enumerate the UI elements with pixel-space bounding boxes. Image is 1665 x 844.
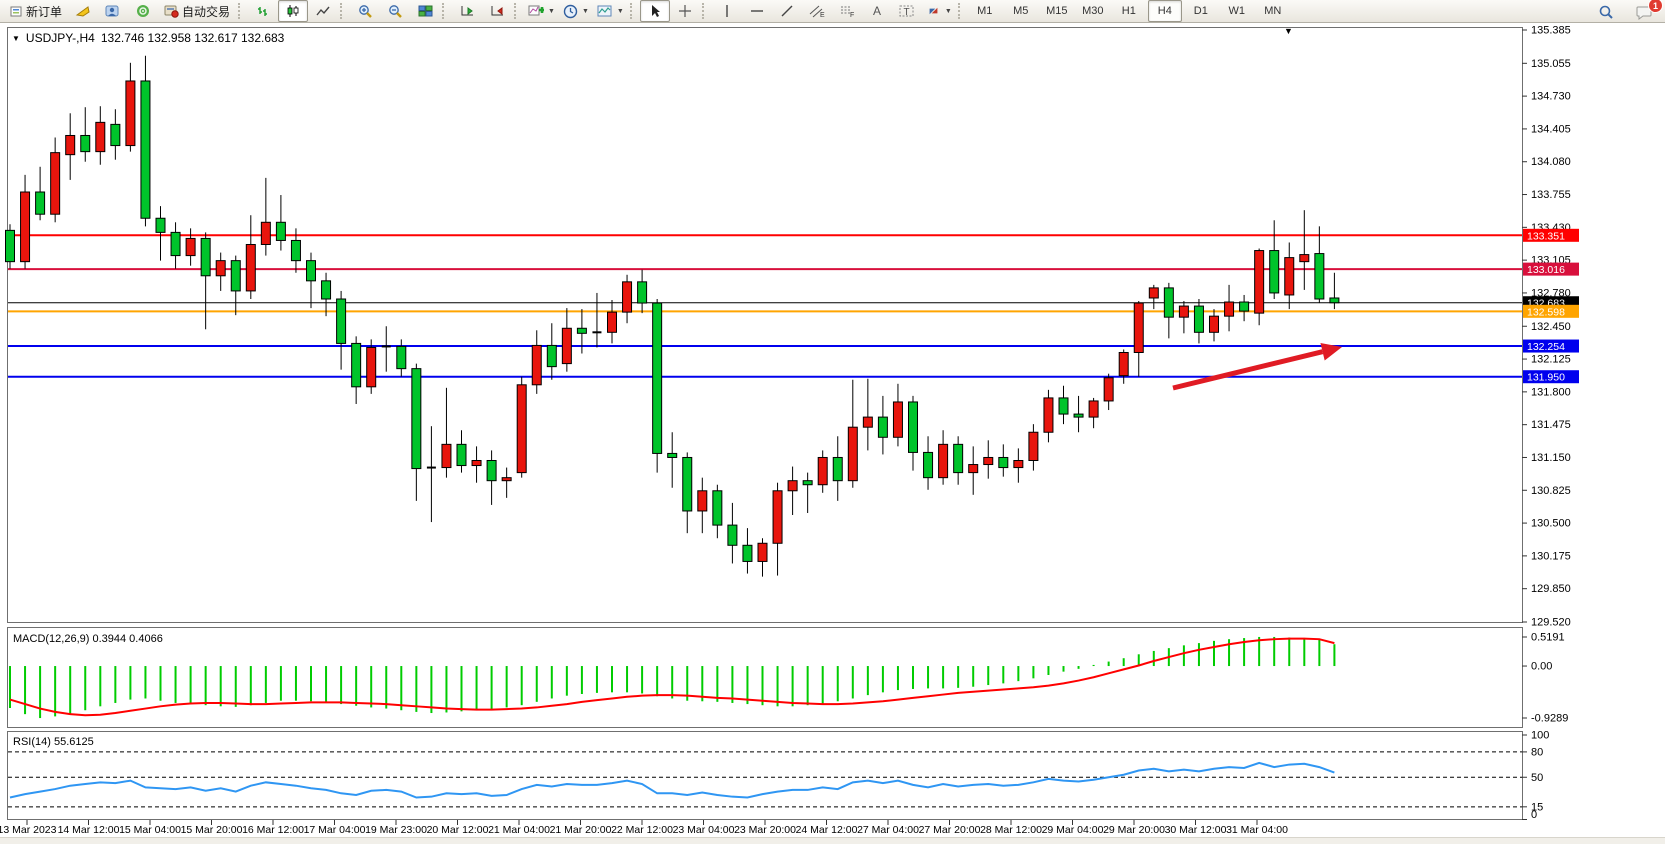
main-chart-panel[interactable] bbox=[7, 27, 1523, 623]
new-order-icon bbox=[10, 5, 23, 18]
market-watch-icon bbox=[105, 4, 121, 18]
tile-windows-button[interactable] bbox=[410, 0, 440, 22]
community-icon bbox=[136, 4, 151, 18]
collapse-objects-icon[interactable]: ▼ bbox=[12, 34, 20, 43]
community-button[interactable] bbox=[128, 0, 158, 22]
vertical-line-icon bbox=[722, 4, 732, 18]
autotrading-icon bbox=[164, 4, 179, 18]
periods-icon bbox=[563, 4, 578, 19]
chevron-down-icon: ▼ bbox=[945, 8, 952, 15]
chart-window: ▼ USDJPY-,H4 132.746 132.958 132.617 132… bbox=[0, 23, 1665, 843]
rsi-panel[interactable] bbox=[7, 731, 1523, 820]
chevron-down-icon: ▼ bbox=[617, 8, 624, 15]
toolbar-separator bbox=[630, 3, 636, 19]
zoom-out-button[interactable] bbox=[380, 0, 410, 22]
fibonacci-icon: F bbox=[839, 4, 855, 18]
sell-order-icon bbox=[75, 4, 91, 18]
indicators-icon bbox=[528, 4, 544, 18]
chart-title: ▼ USDJPY-,H4 132.746 132.958 132.617 132… bbox=[12, 31, 284, 45]
toolbar-separator bbox=[340, 3, 346, 19]
timeframe-M1[interactable]: M1 bbox=[968, 0, 1002, 22]
toolbar-separator bbox=[958, 3, 964, 19]
zoom-out-icon bbox=[388, 4, 403, 19]
chart-shift-marker-icon[interactable]: ▼ bbox=[1284, 26, 1293, 36]
search-button[interactable] bbox=[1591, 1, 1621, 23]
horizontal-line-button[interactable] bbox=[742, 0, 772, 22]
tile-windows-icon bbox=[418, 4, 433, 18]
equidistant-channel-button[interactable]: E bbox=[802, 0, 832, 22]
cursor-icon bbox=[649, 4, 661, 18]
zoom-in-icon bbox=[358, 4, 373, 19]
timeframe-H1[interactable]: H1 bbox=[1112, 0, 1146, 22]
macd-label: MACD(12,26,9) 0.3944 0.4066 bbox=[13, 633, 163, 645]
templates-icon bbox=[597, 4, 613, 18]
cursor-button[interactable] bbox=[640, 0, 670, 22]
vertical-line-button[interactable] bbox=[712, 0, 742, 22]
autotrading-label: 自动交易 bbox=[182, 3, 230, 20]
crosshair-button[interactable] bbox=[670, 0, 700, 22]
auto-scroll-button[interactable] bbox=[452, 0, 482, 22]
new-order-label: 新订单 bbox=[26, 3, 62, 20]
equidistant-channel-icon: E bbox=[809, 4, 825, 18]
timeframe-group: M1M5M15M30H1H4D1W1MN bbox=[968, 0, 1290, 22]
bar-chart-button[interactable] bbox=[248, 0, 278, 22]
auto-scroll-icon bbox=[460, 4, 475, 18]
crosshair-icon bbox=[678, 4, 692, 18]
search-icon bbox=[1598, 4, 1614, 20]
arrows-button[interactable]: ▼ bbox=[922, 0, 956, 22]
text-icon: A bbox=[871, 4, 883, 18]
arrows-icon bbox=[926, 4, 941, 18]
notifications-button[interactable]: 1 bbox=[1629, 1, 1659, 23]
horizontal-line-icon bbox=[750, 6, 764, 16]
trendline-button[interactable] bbox=[772, 0, 802, 22]
svg-text:A: A bbox=[873, 4, 881, 18]
macd-panel[interactable] bbox=[7, 627, 1523, 728]
toolbar-separator bbox=[702, 3, 708, 19]
timeframe-MN[interactable]: MN bbox=[1256, 0, 1290, 22]
market-watch-button[interactable] bbox=[98, 0, 128, 22]
toolbar-right: 1 bbox=[1591, 1, 1659, 23]
autotrading-button[interactable]: 自动交易 bbox=[158, 0, 236, 22]
timeframe-W1[interactable]: W1 bbox=[1220, 0, 1254, 22]
line-chart-icon bbox=[316, 4, 330, 18]
notification-badge: 1 bbox=[1648, 0, 1663, 13]
sell-order-button[interactable] bbox=[68, 0, 98, 22]
templates-button[interactable]: ▼ bbox=[593, 0, 628, 22]
zoom-in-button[interactable] bbox=[350, 0, 380, 22]
new-order-button[interactable]: 新订单 bbox=[4, 0, 68, 22]
periods-button[interactable]: ▼ bbox=[559, 0, 593, 22]
symbol-period-label: USDJPY-,H4 bbox=[26, 31, 95, 45]
chart-shift-icon bbox=[490, 4, 505, 18]
chevron-down-icon: ▼ bbox=[582, 8, 589, 15]
timeframe-M15[interactable]: M15 bbox=[1040, 0, 1074, 22]
svg-text:E: E bbox=[820, 12, 825, 18]
timeframe-D1[interactable]: D1 bbox=[1184, 0, 1218, 22]
chart-shift-button[interactable] bbox=[482, 0, 512, 22]
candlestick-chart-button[interactable] bbox=[278, 0, 308, 22]
indicators-button[interactable]: ▼ bbox=[524, 0, 559, 22]
toolbar: 新订单 自动交易 bbox=[0, 0, 1665, 23]
rsi-label: RSI(14) 55.6125 bbox=[13, 736, 94, 748]
line-chart-button[interactable] bbox=[308, 0, 338, 22]
text-button[interactable]: A bbox=[862, 0, 892, 22]
toolbar-separator bbox=[442, 3, 448, 19]
svg-text:T: T bbox=[903, 7, 909, 18]
candlestick-chart-icon bbox=[286, 4, 300, 18]
timeframe-H4[interactable]: H4 bbox=[1148, 0, 1182, 22]
toolbar-separator bbox=[238, 3, 244, 19]
timeframe-M30[interactable]: M30 bbox=[1076, 0, 1110, 22]
chevron-down-icon: ▼ bbox=[548, 8, 555, 15]
svg-text:F: F bbox=[850, 12, 854, 18]
ohlc-values: 132.746 132.958 132.617 132.683 bbox=[101, 31, 285, 45]
toolbar-separator bbox=[514, 3, 520, 19]
text-label-icon: T bbox=[899, 4, 915, 18]
timeframe-M5[interactable]: M5 bbox=[1004, 0, 1038, 22]
fibonacci-button[interactable]: F bbox=[832, 0, 862, 22]
bar-chart-icon bbox=[256, 4, 270, 18]
text-label-button[interactable]: T bbox=[892, 0, 922, 22]
trendline-icon bbox=[780, 4, 794, 18]
